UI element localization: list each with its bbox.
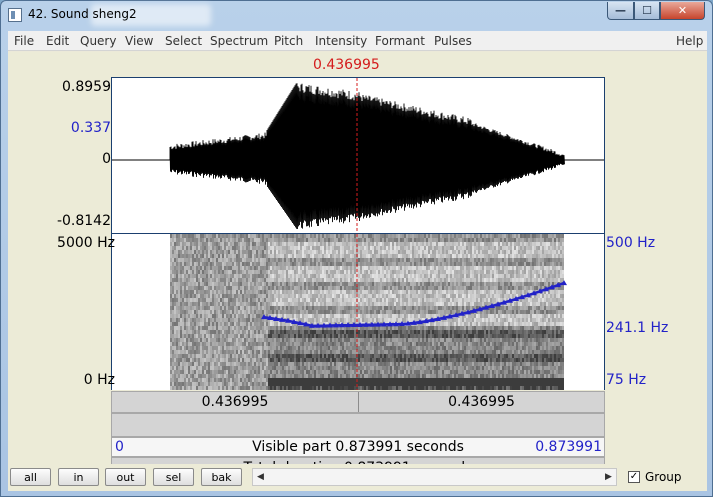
spectrogram-top-freq: 5000 Hz	[57, 235, 115, 251]
menu-edit[interactable]: Edit	[46, 34, 69, 48]
bottom-toolbar: all in out sel bak ◀ ▶ ✓ Group	[8, 464, 707, 491]
time-bar-right[interactable]: 0.436995	[359, 392, 604, 412]
spectrogram-panel[interactable]	[111, 234, 605, 390]
group-checkbox[interactable]: ✓	[628, 471, 640, 483]
visible-part-text: Visible part 0.873991 seconds	[252, 439, 464, 455]
visible-end: 0.873991	[535, 439, 602, 455]
title-bar[interactable]: 42. Sound sheng2 — ☐ ✕	[1, 1, 712, 29]
amplitude-min-label: -0.8142	[56, 213, 111, 229]
menu-intensity[interactable]: Intensity	[315, 34, 367, 48]
menu-help[interactable]: Help	[676, 34, 703, 48]
app-icon	[8, 8, 22, 22]
time-selection-bar[interactable]: 0.436995 0.436995	[111, 391, 605, 413]
maximize-icon: ☐	[642, 4, 652, 17]
close-button[interactable]: ✕	[660, 2, 705, 20]
zoom-all-button[interactable]: all	[10, 468, 51, 486]
amplitude-zero-label: 0	[102, 151, 111, 167]
time-bar-right-label: 0.436995	[448, 394, 515, 410]
scroll-left-button[interactable]: ◀	[253, 469, 268, 485]
pitch-cursor-label: 241.1 Hz	[606, 320, 669, 336]
time-bar-left-label: 0.436995	[201, 394, 269, 410]
zoom-in-button[interactable]: in	[58, 468, 99, 486]
horizontal-scrollbar[interactable]: ◀ ▶	[252, 468, 617, 486]
time-gap-bar	[111, 413, 605, 437]
zoom-out-button[interactable]: out	[105, 468, 146, 486]
pitch-bottom-label: 75 Hz	[606, 372, 647, 388]
pitch-top-label: 500 Hz	[606, 235, 656, 251]
client-area: File Edit Query View Select Spectrum Pit…	[8, 31, 707, 491]
time-bar-left[interactable]: 0.436995	[112, 392, 358, 412]
spectrogram-plot	[170, 234, 567, 390]
cursor-time-label: 0.436995	[313, 57, 380, 73]
arrow-left-icon: ◀	[257, 472, 264, 482]
close-icon: ✕	[677, 4, 688, 17]
arrow-right-icon: ▶	[605, 472, 612, 482]
menu-pulses[interactable]: Pulses	[434, 34, 472, 48]
minimize-button[interactable]: —	[607, 2, 634, 20]
amplitude-max-label: 0.8959	[62, 79, 111, 95]
waveform-plot	[112, 78, 604, 233]
scroll-right-button[interactable]: ▶	[601, 469, 616, 485]
menu-file[interactable]: File	[14, 34, 34, 48]
waveform-trace	[112, 83, 604, 230]
zoom-sel-button[interactable]: sel	[153, 468, 194, 486]
group-label: Group	[645, 470, 682, 484]
spectrogram-bottom-freq: 0 Hz	[83, 372, 115, 388]
cursor-amplitude-label: 0.337	[70, 120, 111, 136]
window-title: 42. Sound sheng2	[28, 7, 137, 21]
menu-formant[interactable]: Formant	[375, 34, 425, 48]
menu-pitch[interactable]: Pitch	[274, 34, 303, 48]
zoom-back-button[interactable]: bak	[201, 468, 242, 486]
app-window: 42. Sound sheng2 — ☐ ✕ File Edit Query V…	[0, 0, 713, 497]
visible-part-bar[interactable]: 0 Visible part 0.873991 seconds 0.873991	[111, 437, 605, 457]
menu-bar: File Edit Query View Select Spectrum Pit…	[8, 31, 707, 51]
minimize-icon: —	[615, 4, 626, 17]
maximize-button[interactable]: ☐	[634, 2, 660, 20]
menu-query[interactable]: Query	[80, 34, 116, 48]
sound-editor: 0.436995 0.8959 0.337 0 -0.8142 5000 Hz …	[8, 52, 707, 479]
menu-view[interactable]: View	[125, 34, 153, 48]
menu-select[interactable]: Select	[165, 34, 202, 48]
waveform-panel[interactable]	[111, 77, 605, 234]
menu-spectrum[interactable]: Spectrum	[210, 34, 268, 48]
